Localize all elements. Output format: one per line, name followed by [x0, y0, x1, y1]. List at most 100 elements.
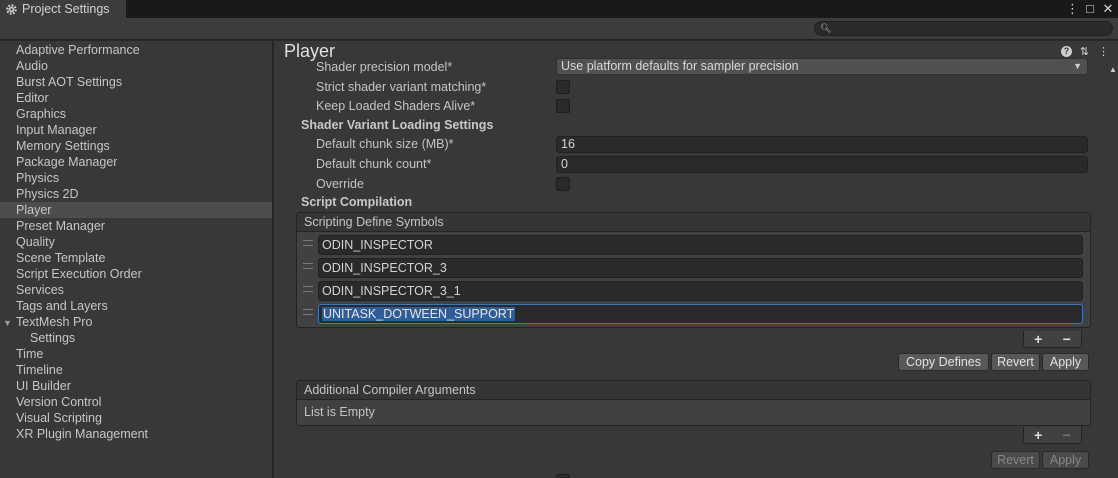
drag-handle-icon[interactable]	[303, 309, 313, 315]
scroll-up-icon[interactable]: ▲	[1109, 65, 1117, 74]
remove-button[interactable]: −	[1063, 427, 1071, 443]
sidebar-item-package-manager[interactable]: Package Manager	[0, 154, 272, 170]
sidebar-item-visual-scripting[interactable]: Visual Scripting	[0, 410, 272, 426]
sidebar-item-audio[interactable]: Audio	[0, 58, 272, 74]
sidebar-item-label: UI Builder	[16, 379, 71, 393]
sidebar-item-ui-builder[interactable]: UI Builder	[0, 378, 272, 394]
sidebar-item-time[interactable]: Time	[0, 346, 272, 362]
main-panel: Player ? ⇅ ⋮ ▲ Shader precision model* U…	[274, 41, 1118, 478]
variant-loading-header-row: Shader Variant Loading Settings	[274, 116, 1088, 134]
sidebar-item-memory-settings[interactable]: Memory Settings	[0, 138, 272, 154]
sidebar-item-label: Timeline	[16, 363, 63, 377]
sidebar-item-xr-plugin-management[interactable]: XR Plugin Management	[0, 426, 272, 442]
sidebar-item-burst-aot-settings[interactable]: Burst AOT Settings	[0, 74, 272, 90]
drag-handle-icon[interactable]	[303, 263, 313, 269]
sidebar-item-adaptive-performance[interactable]: Adaptive Performance	[0, 42, 272, 58]
title-icons: ? ⇅ ⋮	[1061, 45, 1110, 58]
chunk-count-row: Default chunk count* 0	[274, 155, 1088, 173]
define-symbol-input[interactable]: UNITASK_DOTWEEN_SUPPORT	[318, 304, 1083, 324]
revert-button-disabled[interactable]: Revert	[991, 451, 1040, 469]
variant-loading-header: Shader Variant Loading Settings	[301, 118, 494, 132]
define-symbol-text: ODIN_INSPECTOR_3_1	[322, 284, 461, 298]
strict-shader-checkbox[interactable]	[556, 80, 570, 94]
copy-defines-button[interactable]: Copy Defines	[898, 353, 989, 371]
sidebar-item-version-control[interactable]: Version Control	[0, 394, 272, 410]
sidebar-item-label: Quality	[16, 235, 55, 249]
sidebar-item-tags-and-layers[interactable]: Tags and Layers	[0, 298, 272, 314]
define-symbol-input[interactable]: ODIN_INSPECTOR_3	[318, 258, 1083, 278]
maximize-icon[interactable]: □	[1084, 2, 1096, 16]
more-options-icon[interactable]: ⋮	[1066, 2, 1079, 16]
sidebar-item-quality[interactable]: Quality	[0, 234, 272, 250]
preset-icon[interactable]: ⇅	[1078, 45, 1091, 58]
partial-checkbox[interactable]	[556, 474, 570, 478]
apply-button-disabled[interactable]: Apply	[1042, 451, 1089, 469]
revert-button[interactable]: Revert	[991, 353, 1040, 371]
project-settings-tab[interactable]: Project Settings	[0, 0, 126, 18]
add-button[interactable]: +	[1034, 331, 1042, 347]
sidebar-item-label: Physics	[16, 171, 60, 185]
sidebar-item-physics-2d[interactable]: Physics 2D	[0, 186, 272, 202]
sidebar-item-label: Player	[16, 203, 52, 217]
expand-triangle-icon[interactable]: ▼	[3, 315, 16, 331]
add-button[interactable]: +	[1034, 427, 1042, 443]
sidebar-item-input-manager[interactable]: Input Manager	[0, 122, 272, 138]
sidebar-item-services[interactable]: Services	[0, 282, 272, 298]
search-input[interactable]: 🔍︎	[814, 21, 1113, 36]
sidebar-item-preset-manager[interactable]: Preset Manager	[0, 218, 272, 234]
remove-button[interactable]: −	[1063, 331, 1071, 347]
sidebar-item-player[interactable]: Player	[0, 202, 272, 218]
shader-precision-value: Use platform defaults for sampler precis…	[561, 59, 799, 73]
sidebar-item-script-execution-order[interactable]: Script Execution Order	[0, 266, 272, 282]
define-symbol-input[interactable]: ODIN_INSPECTOR_3_1	[318, 281, 1083, 301]
sidebar-item-label: Memory Settings	[16, 139, 110, 153]
chunk-size-field[interactable]: 16	[556, 136, 1088, 153]
sidebar-item-textmesh-pro[interactable]: ▼ TextMesh Pro	[0, 314, 272, 330]
sidebar-item-label: Visual Scripting	[16, 411, 102, 425]
drag-handle-icon[interactable]	[303, 240, 313, 246]
keep-loaded-checkbox[interactable]	[556, 99, 570, 113]
list-item: UNITASK_DOTWEEN_SUPPORT	[297, 302, 1090, 325]
apply-button[interactable]: Apply	[1042, 353, 1089, 371]
compiler-args-footer: + −	[1023, 427, 1082, 444]
define-symbol-input[interactable]: ODIN_INSPECTOR	[318, 235, 1083, 255]
sidebar-item-label: Scene Template	[16, 251, 106, 265]
sidebar-item-label: Burst AOT Settings	[16, 75, 123, 89]
sidebar-item-timeline[interactable]: Timeline	[0, 362, 272, 378]
sidebar-item-scene-template[interactable]: Scene Template	[0, 250, 272, 266]
gear-icon	[6, 3, 17, 15]
help-icon[interactable]: ?	[1061, 46, 1072, 57]
settings-sidebar: Adaptive Performance Audio Burst AOT Setti…	[0, 41, 273, 478]
drag-handle-icon[interactable]	[303, 286, 313, 292]
chunk-count-field[interactable]: 0	[556, 156, 1088, 173]
close-icon[interactable]: ✕	[1102, 2, 1114, 16]
sidebar-item-settings[interactable]: Settings	[0, 330, 272, 346]
script-compilation-header: Script Compilation	[301, 195, 413, 209]
sidebar-item-graphics[interactable]: Graphics	[0, 106, 272, 122]
more-options-icon[interactable]: ⋮	[1097, 45, 1110, 58]
toolbar: 🔍︎	[0, 18, 1118, 40]
chunk-count-label: Default chunk count*	[316, 157, 432, 171]
sidebar-item-label: Tags and Layers	[16, 299, 108, 313]
sidebar-item-physics[interactable]: Physics	[0, 170, 272, 186]
sidebar-item-label: Input Manager	[16, 123, 97, 137]
compiler-args-empty: List is Empty	[304, 405, 375, 419]
vertical-scrollbar[interactable]: ▲	[1107, 63, 1118, 478]
chevron-down-icon: ▼	[1073, 61, 1082, 71]
shader-precision-label: Shader precision model*	[316, 60, 453, 74]
strict-shader-label: Strict shader variant matching*	[316, 80, 487, 94]
strict-shader-row: Strict shader variant matching*	[274, 78, 1088, 96]
window-controls: ⋮ □ ✕	[1066, 0, 1114, 18]
override-checkbox[interactable]	[556, 177, 570, 191]
sidebar-item-label: Adaptive Performance	[16, 43, 140, 57]
define-symbol-text: UNITASK_DOTWEEN_SUPPORT	[322, 307, 516, 321]
sidebar-item-label: Script Execution Order	[16, 267, 142, 281]
compiler-args-header: Additional Compiler Arguments	[297, 381, 1090, 400]
sidebar-item-label: Settings	[30, 331, 76, 345]
override-row: Override	[274, 175, 1088, 193]
list-item: ODIN_INSPECTOR_3	[297, 256, 1090, 279]
sidebar-item-editor[interactable]: Editor	[0, 90, 272, 106]
shader-precision-dropdown[interactable]: Use platform defaults for sampler precis…	[556, 58, 1088, 75]
sidebar-item-label: Version Control	[16, 395, 102, 409]
partial-row	[274, 472, 1088, 478]
